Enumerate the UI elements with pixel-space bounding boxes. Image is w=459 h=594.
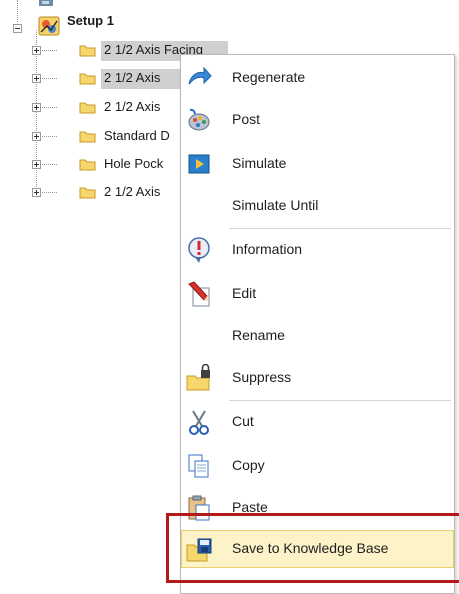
menu-item-label: Regenerate — [232, 69, 306, 85]
menu-item-copy[interactable]: Copy — [181, 447, 454, 485]
folder-icon — [79, 73, 96, 85]
cut-icon — [189, 410, 209, 435]
menu-item-regenerate[interactable]: Regenerate — [181, 59, 454, 97]
tree-connector — [39, 78, 57, 79]
menu-item-label: Information — [232, 241, 303, 257]
tree-item-label[interactable]: Hole Pock — [104, 155, 163, 173]
collapse-expander[interactable] — [13, 24, 22, 33]
menu-item-information[interactable]: Information — [181, 231, 454, 269]
machine-icon — [39, 0, 53, 6]
folder-icon — [79, 102, 96, 114]
folder-icon — [79, 187, 96, 199]
tree-connector — [39, 136, 57, 137]
menu-item-cut[interactable]: Cut — [181, 403, 454, 441]
highlight-callout-box — [166, 513, 459, 583]
folder-icon — [79, 45, 96, 57]
tree-connector — [39, 107, 57, 108]
information-icon — [188, 237, 210, 263]
menu-item-simulate[interactable]: Simulate — [181, 145, 454, 183]
menu-item-label: Suppress — [232, 369, 292, 385]
tree-connector — [39, 50, 57, 51]
expand-expander[interactable] — [32, 103, 41, 112]
expand-expander[interactable] — [32, 46, 41, 55]
copy-icon — [188, 454, 209, 478]
menu-separator — [229, 228, 451, 229]
edit-icon — [188, 281, 210, 307]
tree-connector — [39, 192, 57, 193]
tree-connector — [17, 0, 18, 22]
menu-item-label: Cut — [232, 413, 254, 429]
simulate-icon — [188, 154, 210, 174]
menu-separator — [229, 400, 451, 401]
menu-item-label: Edit — [232, 285, 257, 301]
regenerate-icon — [188, 66, 212, 85]
menu-item-edit[interactable]: Edit — [181, 275, 454, 313]
folder-icon — [79, 131, 96, 143]
menu-item-suppress[interactable]: Suppress — [181, 359, 454, 397]
tree-item-label[interactable]: 2 1/2 Axis — [104, 98, 160, 116]
expand-expander[interactable] — [32, 188, 41, 197]
expand-expander[interactable] — [32, 74, 41, 83]
tree-item-label[interactable]: Standard D — [104, 127, 170, 145]
expand-expander[interactable] — [32, 160, 41, 169]
menu-item-rename[interactable]: Rename — [181, 317, 454, 355]
tree-item-label[interactable]: 2 1/2 Axis — [104, 69, 160, 87]
post-icon — [188, 108, 210, 131]
setup-label[interactable]: Setup 1 — [67, 12, 114, 30]
menu-item-label: Simulate — [232, 155, 287, 171]
folder-icon — [79, 159, 96, 171]
menu-item-label: Simulate Until — [232, 197, 319, 213]
menu-item-label: Copy — [232, 457, 265, 473]
menu-item-post[interactable]: Post — [181, 101, 454, 139]
expand-expander[interactable] — [32, 132, 41, 141]
menu-item-simulate-until[interactable]: Simulate Until — [181, 187, 454, 225]
tree-connector — [39, 164, 57, 165]
menu-item-label: Post — [232, 111, 261, 127]
setup-icon — [38, 16, 60, 36]
tree-item-label[interactable]: 2 1/2 Axis — [104, 183, 160, 201]
suppress-icon — [186, 364, 210, 391]
menu-item-label: Rename — [232, 327, 285, 343]
